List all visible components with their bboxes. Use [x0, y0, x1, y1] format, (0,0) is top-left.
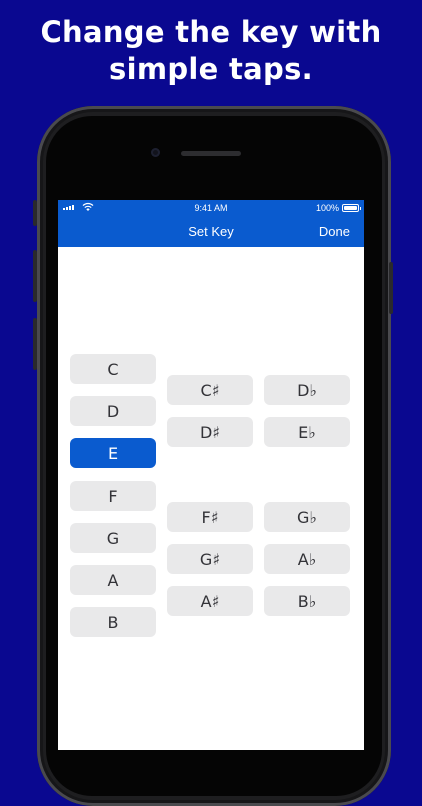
key-d-sharp[interactable]: D♯: [167, 417, 253, 447]
key-e-selected[interactable]: E: [70, 438, 156, 468]
key-e-flat[interactable]: E♭: [264, 417, 350, 447]
done-button[interactable]: Done: [319, 224, 350, 239]
key-d-flat[interactable]: D♭: [264, 375, 350, 405]
earpiece-speaker: [181, 151, 241, 156]
key-g[interactable]: G: [70, 523, 156, 553]
volume-up-button: [33, 250, 37, 302]
key-f[interactable]: F: [70, 481, 156, 511]
headline-line-1: Change the key with: [40, 15, 382, 49]
navigation-bar: Set Key Done: [58, 217, 364, 247]
key-d[interactable]: D: [70, 396, 156, 426]
key-a-sharp[interactable]: A♯: [167, 586, 253, 616]
front-camera: [151, 148, 160, 157]
key-c-sharp[interactable]: C♯: [167, 375, 253, 405]
key-b-flat[interactable]: B♭: [264, 586, 350, 616]
mute-switch: [33, 200, 37, 226]
app-screen: 9:41 AM 100% Set Key Done C D E F G A B …: [58, 200, 364, 750]
volume-down-button: [33, 318, 37, 370]
headline-line-2: simple taps.: [109, 52, 313, 86]
key-a-flat[interactable]: A♭: [264, 544, 350, 574]
battery-icon: [342, 204, 361, 212]
key-g-flat[interactable]: G♭: [264, 502, 350, 532]
key-a[interactable]: A: [70, 565, 156, 595]
key-c[interactable]: C: [70, 354, 156, 384]
key-f-sharp[interactable]: F♯: [167, 502, 253, 532]
key-g-sharp[interactable]: G♯: [167, 544, 253, 574]
status-bar: 9:41 AM 100%: [58, 200, 364, 217]
power-button: [389, 262, 393, 314]
headline: Change the key with simple taps.: [0, 14, 422, 88]
key-b[interactable]: B: [70, 607, 156, 637]
battery-percent: 100%: [315, 203, 339, 213]
